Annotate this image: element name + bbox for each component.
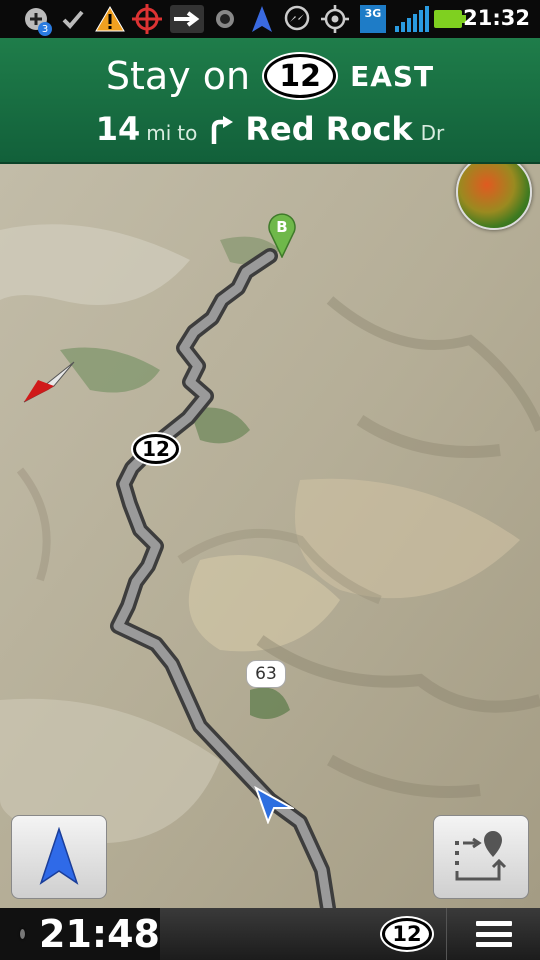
gps-icon bbox=[320, 5, 350, 33]
record-icon bbox=[212, 5, 238, 33]
instruction-line: Stay on 12 EAST bbox=[0, 54, 540, 98]
turn-right-icon bbox=[209, 114, 235, 144]
destination-marker-label: B bbox=[276, 218, 288, 236]
arrival-time-box[interactable]: 21:48 bbox=[0, 908, 160, 960]
menu-icon bbox=[475, 921, 512, 947]
warning-icon bbox=[94, 5, 126, 33]
route-overview-button[interactable] bbox=[433, 815, 529, 899]
arrow-right-icon bbox=[170, 5, 204, 33]
checkmark-icon bbox=[60, 5, 86, 33]
to-label: to bbox=[177, 121, 198, 145]
next-turn-line: 14 mi to Red Rock Dr bbox=[0, 110, 540, 148]
notification-count-badge: 3 bbox=[38, 22, 52, 36]
direction-banner[interactable]: Stay on 12 EAST 14 mi to Red Rock Dr bbox=[0, 38, 540, 164]
messenger-icon bbox=[282, 5, 312, 33]
bottom-bar: 21:48 12 bbox=[0, 908, 540, 960]
destination-marker[interactable]: B bbox=[267, 212, 297, 259]
navigation-arrow-icon bbox=[250, 5, 274, 33]
distance-unit: mi bbox=[146, 121, 172, 145]
status-time: 21:32 bbox=[463, 6, 530, 30]
status-bar: 3 3G 21:32 bbox=[0, 0, 540, 38]
my-location-button[interactable] bbox=[11, 815, 107, 899]
navigation-arrow-icon bbox=[39, 827, 79, 885]
compass-icon[interactable] bbox=[18, 360, 78, 406]
side-road-shield: 63 bbox=[246, 660, 286, 688]
gps-status-icon bbox=[20, 929, 26, 939]
route-direction: EAST bbox=[350, 59, 435, 93]
instruction-action: Stay on bbox=[105, 54, 251, 98]
signal-bars-icon bbox=[394, 5, 430, 33]
3g-icon: 3G bbox=[360, 5, 386, 33]
current-position-arrow-icon bbox=[252, 785, 296, 825]
map-route-shield: 12 bbox=[133, 434, 179, 464]
arrival-time: 21:48 bbox=[39, 912, 160, 956]
bottom-route-shield[interactable]: 12 bbox=[382, 918, 432, 950]
menu-button[interactable] bbox=[446, 908, 540, 960]
crosshair-icon bbox=[132, 4, 162, 34]
route-shield: 12 bbox=[264, 54, 337, 98]
distance-value: 14 bbox=[95, 110, 141, 148]
battery-icon bbox=[434, 5, 466, 33]
street-suffix: Dr bbox=[420, 121, 445, 145]
street-name: Red Rock bbox=[245, 110, 413, 148]
map-view[interactable]: B 12 63 bbox=[0, 164, 540, 908]
route-list-icon bbox=[455, 831, 507, 881]
